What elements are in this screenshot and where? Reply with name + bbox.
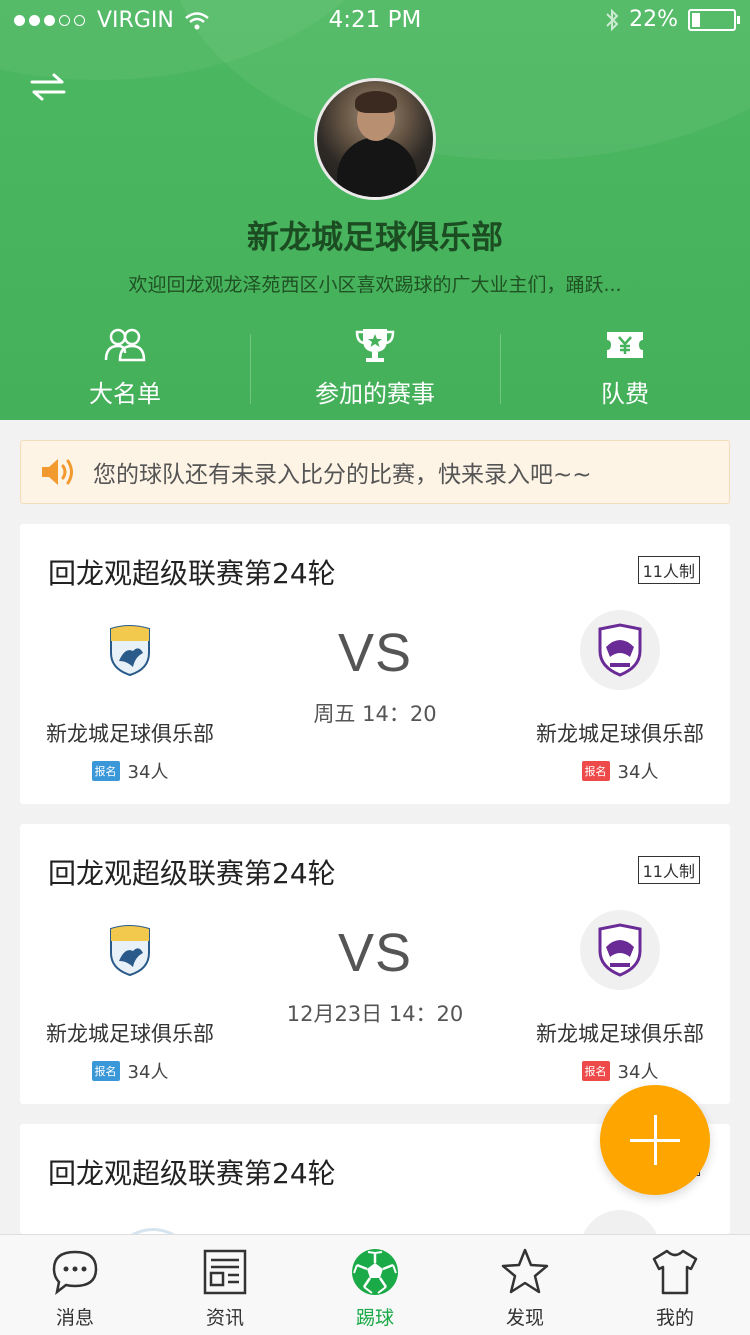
home-signup: 报名 34人 — [30, 1058, 230, 1084]
match-format-tag: 11人制 — [637, 856, 700, 884]
ticket-yuan-icon — [607, 332, 643, 358]
notice-text: 您的球队还有未录入比分的比赛，快来录入吧~~ — [93, 462, 592, 488]
away-team-logo — [580, 1210, 660, 1234]
away-team-logo — [580, 910, 660, 990]
home-team[interactable]: 新龙城足球俱乐部 报名 34人 — [30, 910, 230, 1084]
tab-discover[interactable]: 发现 — [450, 1235, 600, 1335]
battery-percent: 22% — [629, 7, 678, 32]
people-icon — [104, 328, 146, 362]
home-team-name: 新龙城足球俱乐部 — [46, 1022, 214, 1046]
vs-block: VS 12月23日 14：20 — [225, 922, 525, 1028]
signup-badge: 报名 — [581, 1061, 610, 1081]
tab-label: 消息 — [55, 1307, 94, 1329]
news-icon — [203, 1249, 247, 1295]
signup-badge: 报名 — [91, 1061, 120, 1081]
vs-label: VS — [337, 923, 413, 983]
signup-badge: 报名 — [91, 761, 120, 781]
menu-label: 大名单 — [89, 380, 161, 408]
tab-label: 资讯 — [205, 1307, 244, 1329]
signup-count: 34人 — [617, 762, 659, 783]
tab-messages[interactable]: 消息 — [0, 1235, 150, 1335]
menu-team-fees[interactable]: 队费 — [500, 322, 750, 412]
match-time: 周五 14：20 — [313, 702, 437, 726]
away-team-name: 新龙城足球俱乐部 — [536, 1022, 704, 1046]
match-title: 回龙观超级联赛第24轮 — [48, 557, 336, 590]
home-team-logo — [90, 610, 170, 690]
freedom-crest-icon — [110, 625, 150, 677]
freedom-crest-icon — [110, 925, 150, 977]
tab-bar: 消息 资讯 踢球 发现 我的 — [0, 1234, 750, 1335]
signup-badge: 报名 — [581, 761, 610, 781]
status-right: 22% — [605, 7, 740, 32]
signup-count: 34人 — [617, 1062, 659, 1083]
battery-icon — [688, 8, 740, 31]
add-match-button[interactable] — [600, 1085, 710, 1195]
switch-team-icon[interactable] — [28, 72, 68, 102]
tab-label: 发现 — [505, 1307, 544, 1329]
home-team-logo — [90, 910, 170, 990]
away-team[interactable]: 新龙城足球俱乐部 报名 34人 — [520, 910, 720, 1084]
chat-bubble-icon — [52, 1250, 98, 1296]
jersey-icon — [652, 1249, 698, 1295]
vs-block: VS 周五 14：20 — [225, 622, 525, 728]
match-time: 12月23日 14：20 — [286, 1002, 464, 1026]
status-bar: VIRGIN 4:21 PM 22% — [0, 0, 750, 40]
vs-label: VS — [337, 623, 413, 683]
purple-crest-icon — [598, 623, 642, 677]
club-description: 欢迎回龙观龙泽苑西区小区喜欢踢球的广大业主们，踊跃... — [128, 274, 622, 296]
tab-play[interactable]: 踢球 — [300, 1235, 450, 1335]
purple-crest-icon — [598, 923, 642, 977]
home-team[interactable]: 新龙城足球俱乐部 报名 34人 — [30, 610, 230, 784]
match-card[interactable]: 回龙观超级联赛第24轮 11人制 新龙城足球俱乐部 报名 34人 VS 12月2… — [20, 824, 730, 1104]
menu-competitions[interactable]: 参加的赛事 — [250, 322, 500, 412]
tab-mine[interactable]: 我的 — [600, 1235, 750, 1335]
match-title: 回龙观超级联赛第24轮 — [48, 857, 336, 890]
club-header: VIRGIN 4:21 PM 22% 新龙城足球俱乐部 欢迎回龙观龙泽苑西区小区… — [0, 0, 750, 420]
home-signup: 报名 34人 — [30, 758, 230, 784]
match-format-tag: 11人制 — [637, 556, 700, 584]
away-team[interactable]: 新龙城足球俱乐部 报名 34人 — [520, 610, 720, 784]
tab-news[interactable]: 资讯 — [150, 1235, 300, 1335]
bluetooth-icon — [606, 8, 619, 31]
club-name: 新龙城足球俱乐部 — [246, 218, 503, 256]
signup-count: 34人 — [127, 1062, 169, 1083]
match-title: 回龙观超级联赛第24轮 — [48, 1157, 336, 1190]
away-team-logo — [580, 610, 660, 690]
away-team-name: 新龙城足球俱乐部 — [536, 722, 704, 746]
match-card[interactable]: 回龙观超级联赛第24轮 11人制 新龙城足球俱乐部 报名 34人 VS 周五 1… — [20, 524, 730, 804]
trophy-icon — [355, 329, 395, 362]
soccer-ball-icon — [352, 1249, 398, 1295]
star-icon — [501, 1248, 549, 1294]
menu-roster[interactable]: 大名单 — [0, 322, 250, 412]
score-entry-notice[interactable]: 您的球队还有未录入比分的比赛，快来录入吧~~ — [20, 440, 730, 504]
away-signup: 报名 34人 — [520, 1058, 720, 1084]
club-menu: 大名单 参加的赛事 队费 — [0, 322, 750, 412]
signup-count: 34人 — [127, 762, 169, 783]
home-team-name: 新龙城足球俱乐部 — [46, 722, 214, 746]
speaker-icon — [42, 459, 73, 485]
tab-label: 踢球 — [355, 1307, 394, 1329]
club-avatar[interactable] — [314, 78, 436, 200]
menu-label: 参加的赛事 — [315, 380, 435, 408]
tab-label: 我的 — [655, 1307, 694, 1329]
away-signup: 报名 34人 — [520, 758, 720, 784]
menu-label: 队费 — [601, 380, 649, 408]
